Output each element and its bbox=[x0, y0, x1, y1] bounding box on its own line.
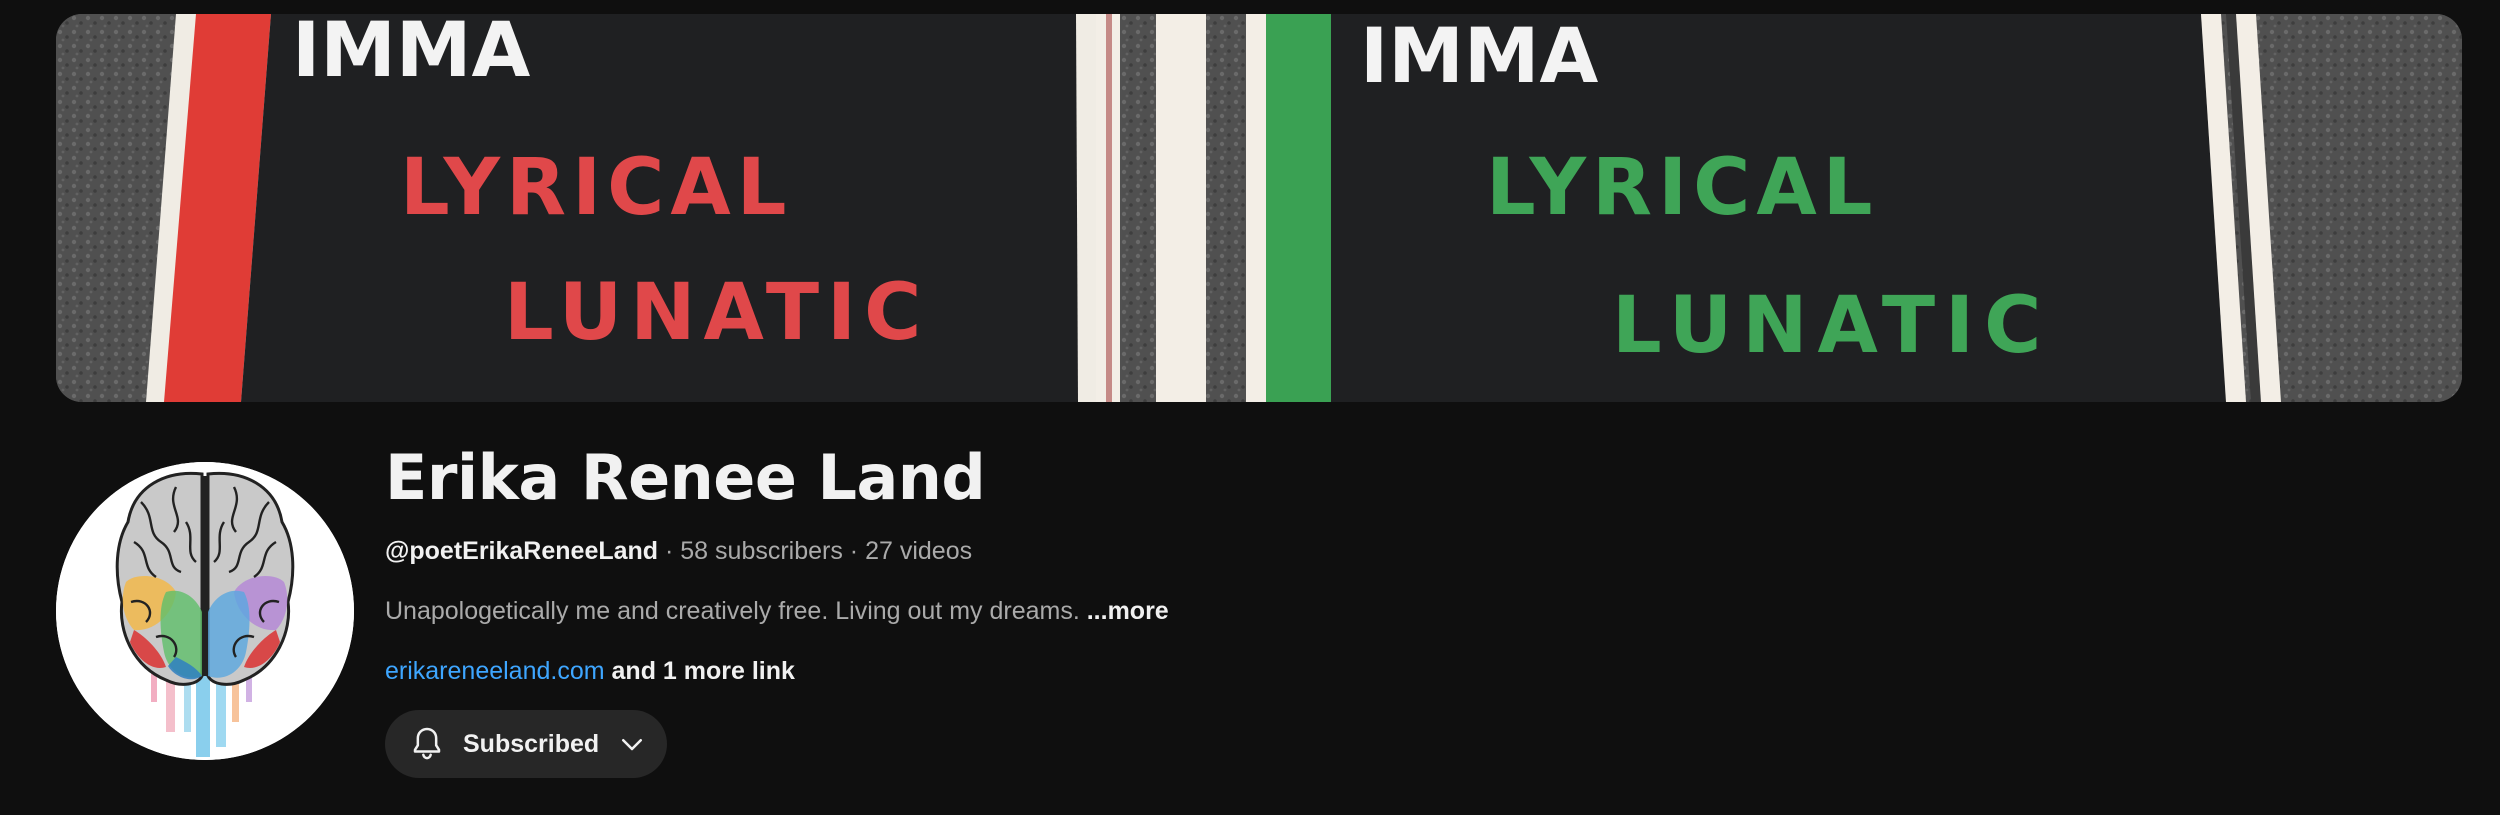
channel-handle: @poetErikaReneeLand bbox=[385, 537, 659, 565]
channel-avatar[interactable] bbox=[56, 462, 354, 760]
subscribed-button[interactable]: Subscribed bbox=[385, 710, 667, 778]
brain-watercolor-icon bbox=[56, 462, 354, 760]
meta-separator: · bbox=[842, 537, 866, 565]
channel-info: Erika Renee Land @poetErikaReneeLand · 5… bbox=[385, 436, 2440, 688]
meta-separator: · bbox=[658, 537, 681, 565]
chevron-down-icon bbox=[622, 739, 643, 751]
subscribed-label: Subscribed bbox=[463, 729, 600, 758]
channel-name: Erika Renee Land bbox=[385, 441, 986, 514]
channel-links: erikareneeland.com and 1 more link bbox=[385, 654, 2440, 688]
banner-right-line1: IMMA bbox=[1360, 14, 1599, 100]
more-links-button[interactable]: and 1 more link bbox=[612, 657, 795, 685]
channel-description[interactable]: Unapologetically me and creatively free.… bbox=[385, 594, 2440, 628]
banner-left-line3: LUNATIC bbox=[504, 268, 929, 358]
bell-icon bbox=[413, 727, 441, 760]
banner-left-line2: LYRICAL bbox=[400, 143, 792, 233]
banner-right-line3: LUNATIC bbox=[1612, 281, 2051, 371]
description-more-button[interactable]: ...more bbox=[1087, 597, 1169, 625]
channel-meta: @poetErikaReneeLand · 58 subscribers · 2… bbox=[385, 534, 2440, 568]
banner-right-line2: LYRICAL bbox=[1486, 143, 1878, 233]
banner-left-line1: IMMA bbox=[292, 14, 531, 94]
channel-website-link[interactable]: erikareneeland.com bbox=[385, 657, 605, 685]
video-count: 27 videos bbox=[865, 537, 973, 565]
description-text: Unapologetically me and creatively free.… bbox=[385, 597, 1080, 625]
channel-banner: IMMA LYRICAL LUNATIC IMMA LYRICAL LUNATI… bbox=[56, 14, 2462, 402]
subscriber-count: 58 subscribers bbox=[680, 537, 843, 565]
